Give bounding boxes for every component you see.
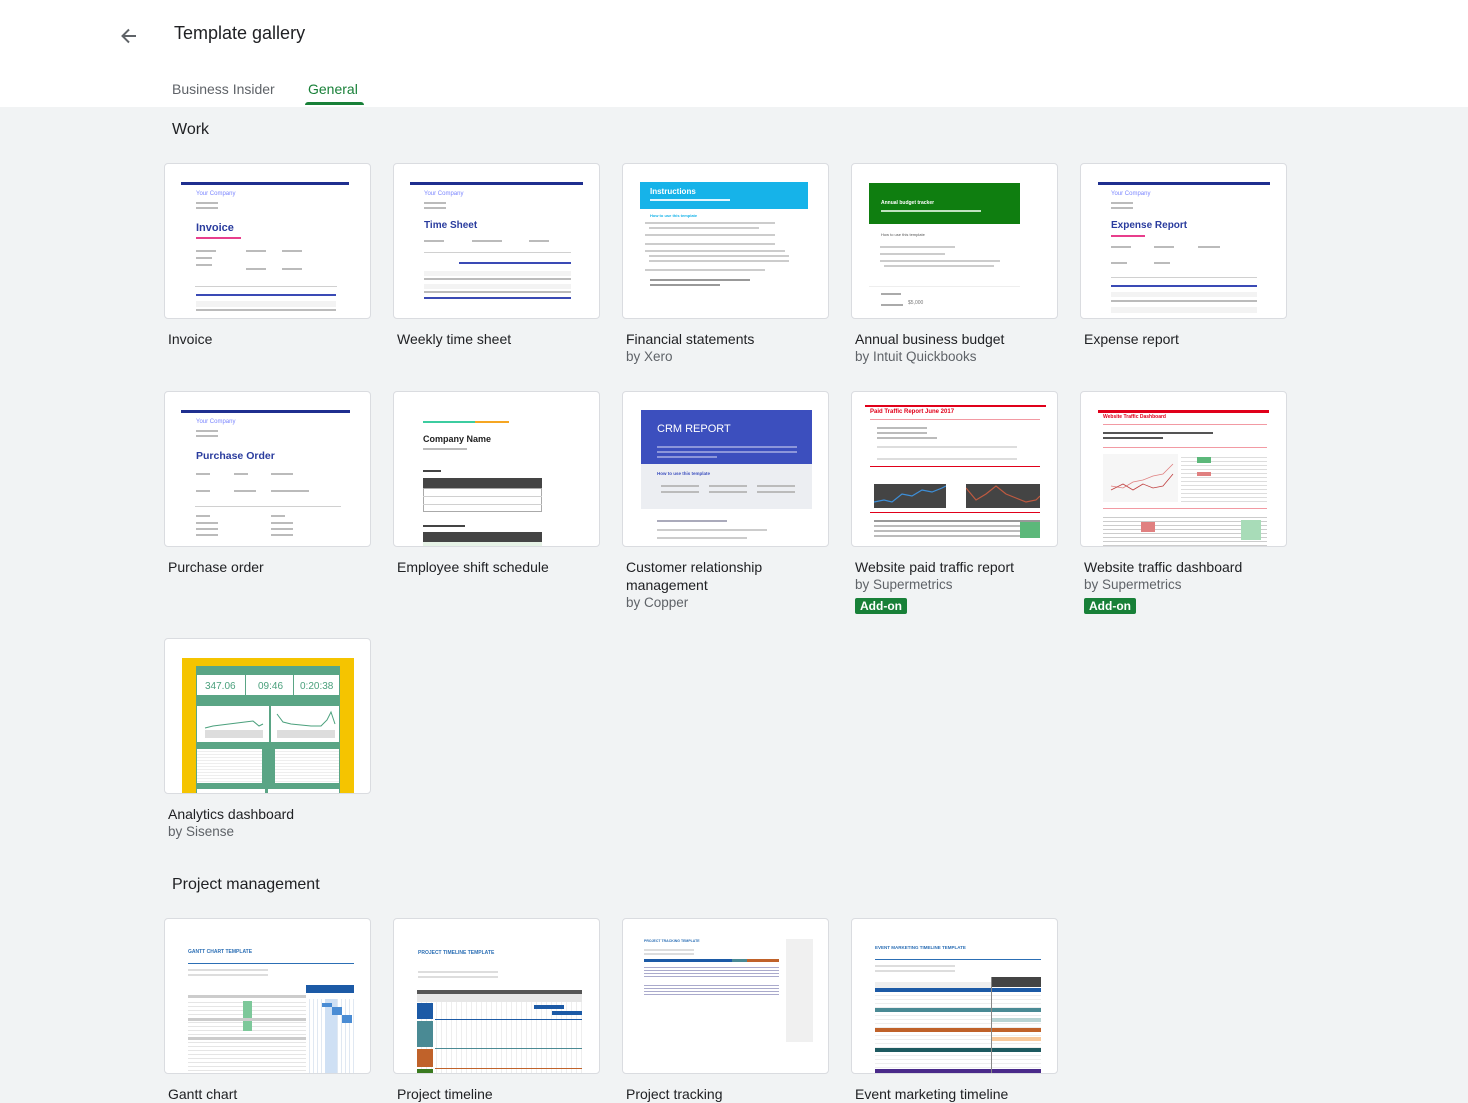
template-card-project-tracking[interactable]: PROJECT TRACKING TEMPLATE Project tracki… — [622, 918, 829, 1103]
template-name: Expense report — [1084, 331, 1179, 347]
template-card-weekly-time-sheet[interactable]: Your Company Time Sheet Weekly time shee… — [393, 163, 600, 348]
thumb-heading: Annual budget tracker — [881, 200, 935, 206]
section-title-project-management: Project management — [172, 876, 320, 893]
template-name: Project tracking — [626, 1086, 723, 1102]
template-card-website-traffic-dashboard[interactable]: Website Traffic Dashboard Website traffi… — [1080, 391, 1287, 615]
back-button[interactable] — [114, 21, 144, 51]
arrow-left-icon — [121, 28, 136, 44]
template-thumbnail: PROJECT TIMELINE TEMPLATE — [393, 918, 600, 1074]
template-name: Annual business budget — [855, 331, 1005, 347]
template-card-event-marketing-timeline[interactable]: EVENT MARKETING TIMELINE TEMPLATE Event … — [851, 918, 1058, 1103]
template-author: by Supermetrics — [855, 577, 953, 592]
template-card-purchase-order[interactable]: Your Company Purchase Order Purchase ord… — [164, 391, 371, 576]
kpi-value: 347.06 — [205, 681, 236, 692]
kpi-value: 09:46 — [258, 681, 284, 692]
thumb-company: Your Company — [424, 191, 464, 197]
template-thumbnail: Your Company Purchase Order — [164, 391, 371, 547]
add-on-badge: Add-on — [855, 598, 907, 614]
blue-line-chart — [874, 485, 946, 503]
template-name: Project timeline — [397, 1086, 493, 1102]
thumb-subheading: How to use this template — [650, 213, 698, 218]
template-author: by Intuit Quickbooks — [855, 349, 977, 364]
template-thumbnail: EVENT MARKETING TIMELINE TEMPLATE — [851, 918, 1058, 1074]
template-card-financial-statements[interactable]: Instructions How to use this template Fi… — [622, 163, 829, 366]
template-thumbnail: Company Name — [393, 391, 600, 547]
header: Template gallery Business Insider Genera… — [0, 0, 1468, 107]
thumb-company: Your Company — [196, 419, 236, 425]
thumb-heading: CRM REPORT — [657, 423, 731, 435]
thumb-heading: Instructions — [650, 187, 696, 196]
template-author: by Supermetrics — [1084, 577, 1182, 592]
template-thumbnail: Paid Traffic Report June 2017 — [851, 391, 1058, 547]
template-thumbnail: Your Company Invoice — [164, 163, 371, 319]
template-card-expense-report[interactable]: Your Company Expense Report Expense repo… — [1080, 163, 1287, 348]
template-card-gantt-chart[interactable]: GANTT CHART TEMPLATE Gantt chart — [164, 918, 371, 1103]
template-name: Analytics dashboard — [168, 806, 295, 822]
template-name: Employee shift schedule — [397, 559, 549, 575]
section-title-work: Work — [172, 121, 210, 138]
template-name: Gantt chart — [168, 1086, 238, 1102]
template-thumbnail: Instructions How to use this template — [622, 163, 829, 319]
template-thumbnail: CRM REPORT How to use this template — [622, 391, 829, 547]
template-name: Customer relationship management — [626, 559, 763, 593]
template-card-customer-relationship-management[interactable]: CRM REPORT How to use this template Cust… — [622, 391, 829, 612]
thumb-subheading: How to use this template — [881, 232, 925, 237]
template-author: by Sisense — [168, 824, 235, 839]
add-on-badge: Add-on — [1084, 598, 1136, 614]
template-thumbnail: PROJECT TRACKING TEMPLATE — [622, 918, 829, 1074]
template-name: Weekly time sheet — [397, 331, 512, 347]
pace-line-chart — [204, 720, 264, 738]
template-author: by Xero — [626, 349, 673, 364]
template-thumbnail: Your Company Expense Report — [1080, 163, 1287, 319]
thumb-heading: PROJECT TRACKING TEMPLATE — [644, 939, 700, 943]
traffic-line-chart — [1110, 463, 1174, 491]
template-thumbnail: Annual budget tracker How to use this te… — [851, 163, 1058, 319]
template-name: Website traffic dashboard — [1084, 559, 1243, 575]
template-card-project-timeline[interactable]: PROJECT TIMELINE TEMPLATE Project timeli… — [393, 918, 600, 1103]
template-card-analytics-dashboard[interactable]: 347.06 09:46 0:20:38 Analytics dashboard… — [164, 638, 371, 841]
tab-general[interactable]: General — [308, 81, 358, 97]
template-name: Event marketing timeline — [855, 1086, 1009, 1102]
thumb-heading: Website Traffic Dashboard — [1103, 414, 1166, 420]
thumb-heading: EVENT MARKETING TIMELINE TEMPLATE — [875, 945, 966, 950]
template-card-invoice[interactable]: Your Company Invoice Invoice — [164, 163, 371, 348]
thumb-heading: Invoice — [196, 222, 234, 234]
template-thumbnail: GANTT CHART TEMPLATE — [164, 918, 371, 1074]
template-name: Purchase order — [168, 559, 264, 575]
red-line-chart — [966, 485, 1040, 503]
thumb-subheading: How to use this template — [657, 471, 711, 476]
template-name: Website paid traffic report — [855, 559, 1015, 575]
template-card-annual-business-budget[interactable]: Annual budget tracker How to use this te… — [851, 163, 1058, 366]
thumb-heading: GANTT CHART TEMPLATE — [188, 949, 253, 955]
thumb-heading: Company Name — [423, 434, 492, 444]
thumb-heading: Paid Traffic Report June 2017 — [870, 409, 955, 415]
template-card-employee-shift-schedule[interactable]: Company Name Employee shift schedule — [393, 391, 600, 576]
thumb-value: $5,000 — [908, 300, 924, 306]
template-name: Invoice — [168, 331, 213, 347]
template-card-website-paid-traffic-report[interactable]: Paid Traffic Report June 2017 Website pa… — [851, 391, 1058, 615]
thumb-company: Your Company — [196, 191, 236, 197]
thumb-company: Your Company — [1111, 191, 1151, 197]
speed-line-chart — [276, 710, 336, 738]
page-title: Template gallery — [174, 23, 306, 43]
thumb-heading: Time Sheet — [424, 220, 478, 231]
thumb-heading: Expense Report — [1111, 220, 1188, 231]
template-name: Financial statements — [626, 331, 755, 347]
kpi-value: 0:20:38 — [300, 681, 334, 692]
template-author: by Copper — [626, 595, 689, 610]
tab-business-insider[interactable]: Business Insider — [172, 81, 275, 97]
thumb-heading: PROJECT TIMELINE TEMPLATE — [418, 950, 495, 956]
thumb-heading: Purchase Order — [196, 450, 275, 462]
active-tab-indicator — [305, 102, 364, 105]
template-thumbnail: Website Traffic Dashboard — [1080, 391, 1287, 547]
template-thumbnail: Your Company Time Sheet — [393, 163, 600, 319]
template-thumbnail: 347.06 09:46 0:20:38 — [164, 638, 371, 794]
